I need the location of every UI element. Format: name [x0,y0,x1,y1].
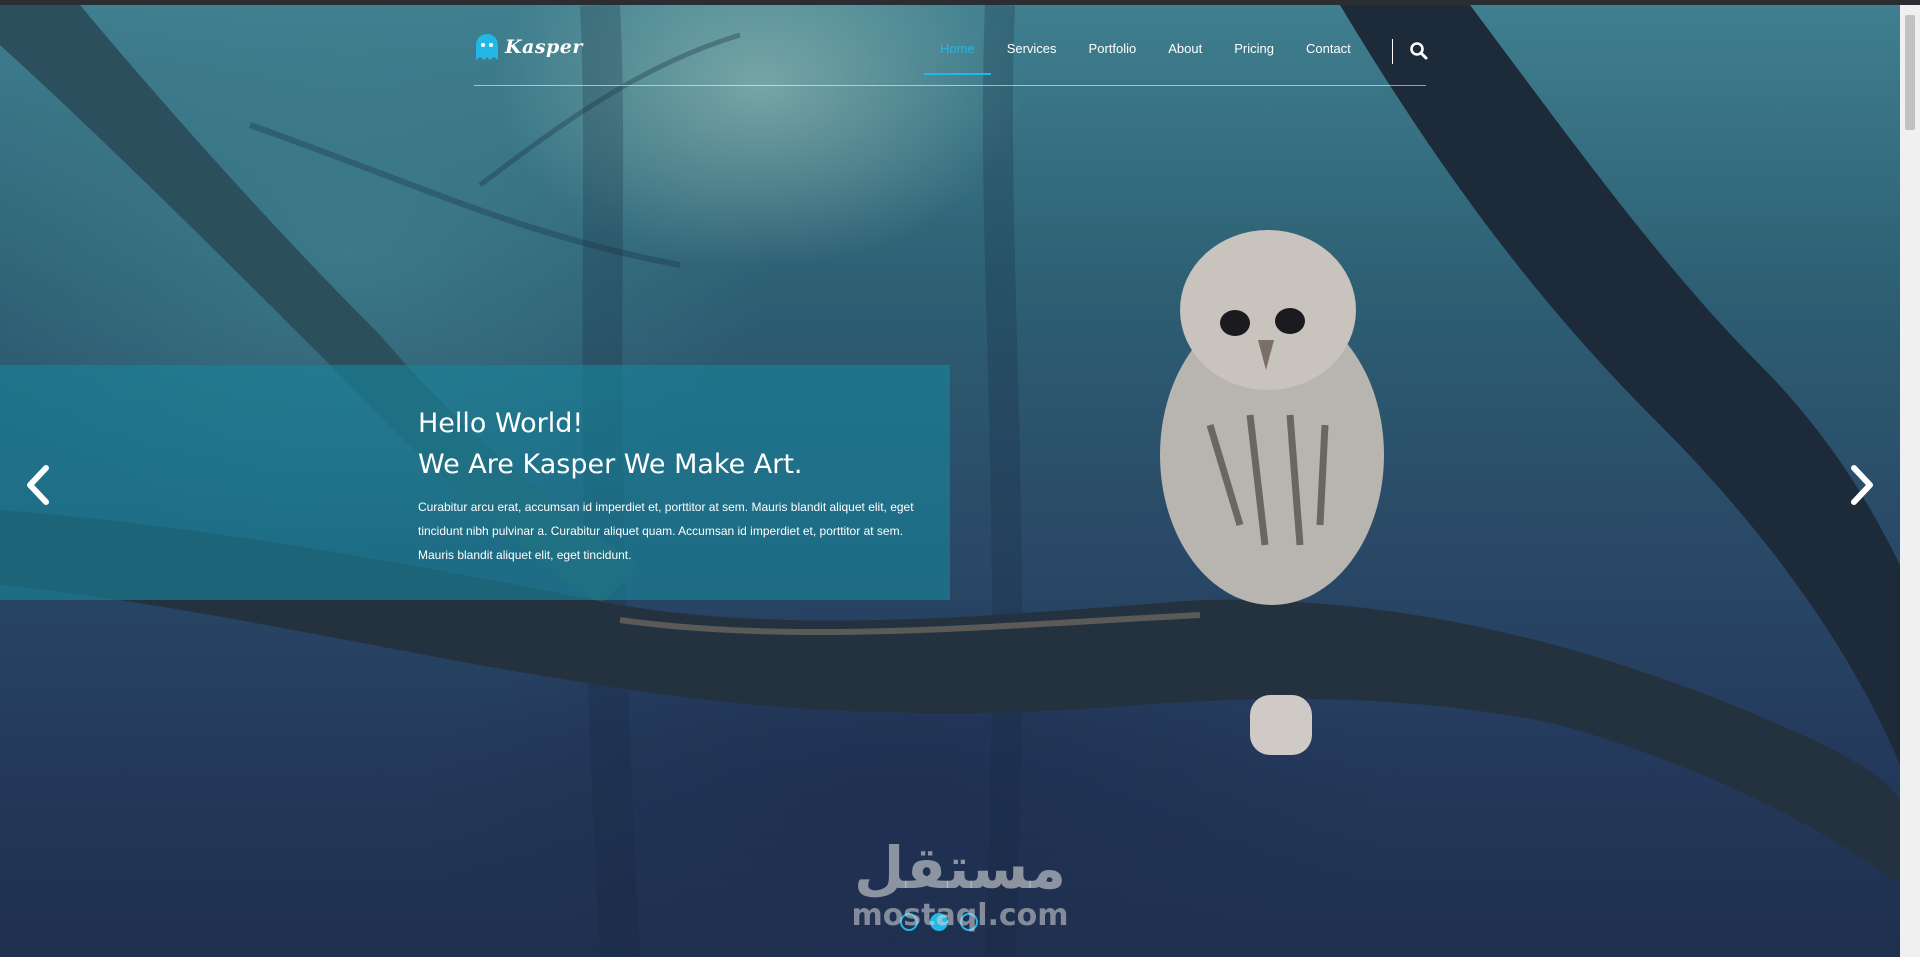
nav-link-services[interactable]: Services [991,5,1073,75]
chevron-right-icon [1851,465,1873,505]
search-button[interactable] [1409,41,1429,61]
search-icon [1410,42,1428,60]
hero-slider: Hello World! We Are Kasper We Make Art. … [0,5,1900,957]
brand-logo[interactable]: Kasper [474,31,583,63]
prev-slide-button[interactable] [18,460,58,510]
nav-links: Home Services Portfolio About Pricing Co… [924,5,1367,75]
watermark-latin: mostaql.com [851,898,1069,933]
main-navbar: Kasper Home Services Portfolio About Pri… [474,5,1429,87]
nav-link-home[interactable]: Home [924,5,991,75]
nav-link-pricing[interactable]: Pricing [1218,5,1290,75]
scrollbar-thumb[interactable] [1905,15,1915,130]
hero-title-line1: Hello World! [418,408,584,439]
hero-title: Hello World! We Are Kasper We Make Art. [418,403,803,485]
next-slide-button[interactable] [1842,460,1882,510]
window-top-border [0,0,1920,5]
nav-link-portfolio[interactable]: Portfolio [1073,5,1153,75]
nav-link-contact[interactable]: Contact [1290,5,1367,75]
mostaql-watermark: مستقل mostaql.com [840,837,1080,947]
hero-description: Curabitur arcu erat, accumsan id imperdi… [418,500,914,562]
hero-caption-panel: Hello World! We Are Kasper We Make Art. … [0,365,950,600]
nav-link-about[interactable]: About [1152,5,1218,75]
nav-separator [1392,39,1393,64]
ghost-logo-icon [476,34,498,60]
hero-title-line2: We Are Kasper We Make Art. [418,449,803,480]
watermark-arabic: مستقل [853,834,1067,902]
brand-name: Kasper [505,36,583,58]
chevron-left-icon [27,465,49,505]
page-scrollbar[interactable] [1900,5,1920,957]
nav-underline-rule [474,85,1426,86]
